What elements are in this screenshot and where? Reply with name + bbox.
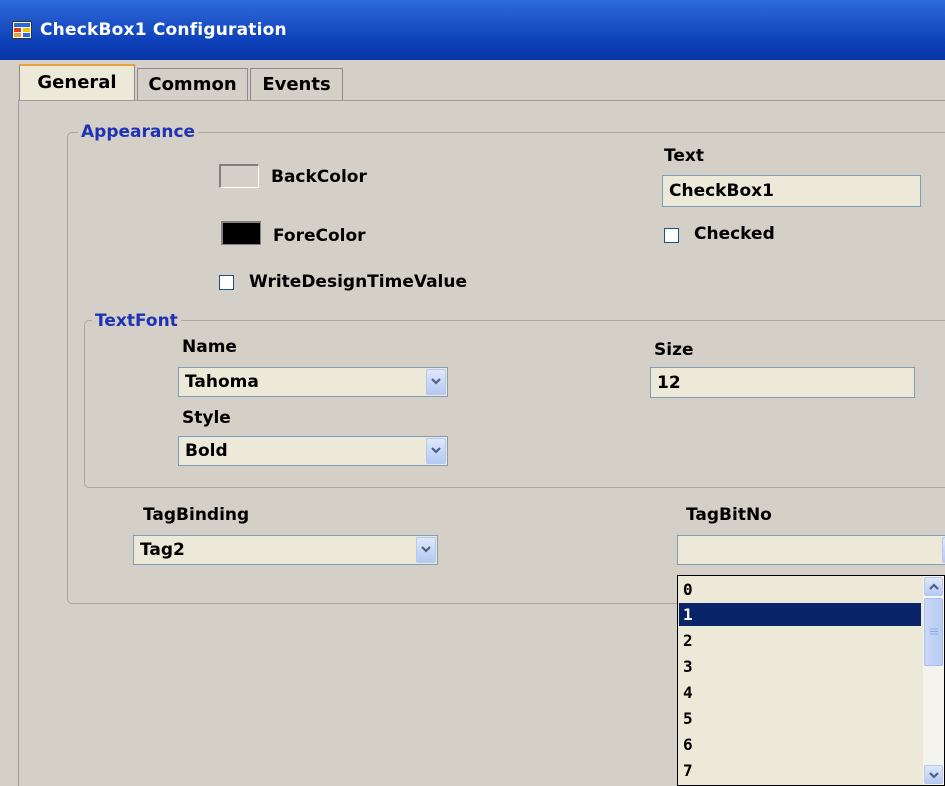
tag-binding-value: Tag2 <box>140 540 185 560</box>
list-item-selected[interactable]: 1 <box>679 603 921 626</box>
appearance-legend: Appearance <box>78 122 199 142</box>
scroll-down-button[interactable] <box>924 765 943 784</box>
grip-icon <box>930 628 938 635</box>
tab-general[interactable]: General <box>19 64 135 102</box>
title-bar[interactable]: CheckBox1 Configuration <box>0 0 945 60</box>
fore-color-swatch[interactable] <box>221 221 261 245</box>
list-item[interactable]: 4 <box>679 681 921 704</box>
tag-bitno-dropdown-list[interactable]: 0 1 2 3 4 5 6 7 <box>677 575 945 786</box>
tag-binding-label: TagBinding <box>143 505 250 525</box>
tag-binding-dropdown[interactable]: Tag2 <box>133 535 438 565</box>
list-item[interactable]: 3 <box>679 655 921 678</box>
app-window-icon <box>12 21 32 39</box>
window-title: CheckBox1 Configuration <box>40 20 287 40</box>
chevron-down-icon <box>929 772 939 779</box>
text-input[interactable]: CheckBox1 <box>662 175 921 207</box>
tab-events[interactable]: Events <box>250 68 343 100</box>
font-name-label: Name <box>182 337 237 357</box>
font-name-dropdown[interactable]: Tahoma <box>178 367 448 397</box>
checked-checkbox[interactable] <box>664 228 679 243</box>
back-color-label: BackColor <box>271 167 367 187</box>
list-item[interactable]: 0 <box>679 578 921 601</box>
scroll-up-button[interactable] <box>924 577 943 596</box>
checked-label: Checked <box>694 224 775 244</box>
chevron-down-icon[interactable] <box>426 369 446 395</box>
chevron-up-icon <box>929 583 939 590</box>
text-label: Text <box>664 146 704 166</box>
fore-color-label: ForeColor <box>273 226 366 246</box>
list-item[interactable]: 6 <box>679 733 921 756</box>
font-style-label: Style <box>182 408 231 428</box>
tab-strip: General Common Events <box>0 60 945 102</box>
font-style-dropdown[interactable]: Bold <box>178 436 448 466</box>
font-size-input[interactable]: 12 <box>650 367 915 398</box>
textfont-legend: TextFont <box>92 311 181 331</box>
chevron-down-icon[interactable] <box>426 438 446 464</box>
tab-common[interactable]: Common <box>137 68 248 100</box>
font-style-value: Bold <box>185 441 228 461</box>
back-color-swatch[interactable] <box>219 164 259 188</box>
list-item[interactable]: 7 <box>679 759 921 782</box>
tag-bitno-dropdown[interactable] <box>677 535 945 565</box>
write-design-label: WriteDesignTimeValue <box>249 272 468 292</box>
list-item[interactable]: 2 <box>679 629 921 652</box>
scroll-thumb[interactable] <box>924 598 943 666</box>
tag-bitno-label: TagBitNo <box>686 505 772 525</box>
config-window: CheckBox1 Configuration General Common E… <box>0 0 945 786</box>
list-item[interactable]: 5 <box>679 707 921 730</box>
write-design-checkbox[interactable] <box>219 275 234 290</box>
vertical-scrollbar[interactable] <box>923 576 944 785</box>
chevron-down-icon[interactable] <box>416 537 436 563</box>
font-size-label: Size <box>654 340 694 360</box>
font-name-value: Tahoma <box>185 372 259 392</box>
